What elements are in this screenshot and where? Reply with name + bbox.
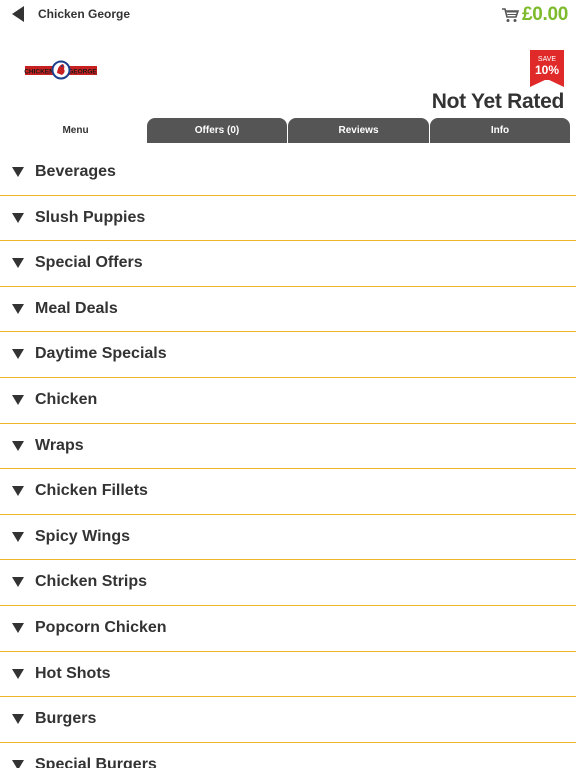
expand-arrow-icon bbox=[12, 668, 24, 679]
expand-arrow-icon bbox=[12, 577, 24, 588]
cart-total: £0.00 bbox=[521, 4, 568, 25]
menu-category-chicken[interactable]: Chicken bbox=[0, 378, 576, 424]
svg-text:CHICKEN: CHICKEN bbox=[24, 69, 54, 76]
restaurant-title: Chicken George bbox=[38, 7, 131, 21]
expand-arrow-icon bbox=[12, 167, 24, 177]
menu-category-label: Hot Shots bbox=[35, 664, 111, 682]
svg-text:GEORGE: GEORGE bbox=[68, 69, 97, 76]
menu-category-spicy-wings[interactable]: Spicy Wings bbox=[0, 515, 576, 561]
menu-category-label: Beverages bbox=[35, 163, 116, 180]
expand-arrow-icon bbox=[12, 440, 24, 451]
menu-category-special-offers[interactable]: Special Offers bbox=[0, 241, 576, 287]
back-arrow-icon bbox=[12, 6, 24, 22]
menu-category-wraps[interactable]: Wraps bbox=[0, 424, 576, 470]
expand-arrow-icon bbox=[12, 212, 24, 223]
expand-arrow-icon bbox=[12, 714, 24, 725]
menu-category-label: Spicy Wings bbox=[35, 527, 130, 545]
tab-reviews[interactable]: Reviews bbox=[288, 118, 429, 143]
expand-arrow-icon bbox=[12, 303, 24, 314]
menu-category-label: Chicken Fillets bbox=[35, 482, 148, 500]
menu-category-meal-deals[interactable]: Meal Deals bbox=[0, 287, 576, 333]
menu-category-label: Burgers bbox=[35, 710, 97, 728]
menu-category-label: Chicken Strips bbox=[35, 573, 148, 591]
expand-arrow-icon bbox=[12, 394, 24, 405]
tab-bar: Menu Offers (0) Reviews Info bbox=[0, 118, 576, 143]
cart-button[interactable]: £0.00 bbox=[501, 3, 568, 27]
expand-arrow-icon bbox=[12, 622, 24, 633]
menu-category-label: Wraps bbox=[35, 436, 84, 454]
menu-category-label: Special Offers bbox=[35, 254, 143, 272]
rating-text: Not Yet Rated bbox=[431, 90, 565, 113]
menu-category-burgers[interactable]: Burgers bbox=[0, 697, 576, 743]
save-label: SAVE bbox=[537, 56, 557, 63]
menu-category-daytime-specials[interactable]: Daytime Specials bbox=[0, 332, 576, 378]
back-button[interactable] bbox=[10, 5, 30, 25]
expand-arrow-icon bbox=[12, 531, 24, 542]
menu-category-label: Chicken bbox=[35, 390, 98, 408]
menu-category-chicken-strips[interactable]: Chicken Strips bbox=[0, 560, 576, 606]
menu-category-slush-puppies[interactable]: Slush Puppies bbox=[0, 196, 576, 242]
expand-arrow-icon bbox=[12, 759, 24, 768]
save-percent: 10% bbox=[534, 63, 560, 77]
menu-category-label: Meal Deals bbox=[35, 299, 118, 317]
tab-menu[interactable]: Menu bbox=[4, 118, 147, 143]
expand-arrow-icon bbox=[12, 486, 24, 497]
restaurant-logo: CHICKEN GEORGE bbox=[24, 56, 98, 84]
save-discount-badge: SAVE 10% bbox=[530, 50, 564, 88]
menu-category-popcorn-chicken[interactable]: Popcorn Chicken bbox=[0, 606, 576, 652]
expand-arrow-icon bbox=[12, 349, 24, 360]
menu-category-label: Special Burgers bbox=[35, 755, 157, 768]
expand-arrow-icon bbox=[12, 258, 24, 269]
cart-icon bbox=[501, 8, 519, 22]
tab-offers[interactable]: Offers (0) bbox=[147, 118, 287, 143]
menu-category-label: Daytime Specials bbox=[35, 345, 167, 363]
tab-info[interactable]: Info bbox=[430, 118, 570, 143]
menu-category-beverages[interactable]: Beverages bbox=[0, 150, 576, 196]
menu-category-label: Popcorn Chicken bbox=[35, 618, 167, 636]
menu-category-special-burgers[interactable]: Special Burgers bbox=[0, 743, 576, 768]
menu-category-label: Slush Puppies bbox=[35, 208, 146, 226]
menu-category-chicken-fillets[interactable]: Chicken Fillets bbox=[0, 469, 576, 515]
menu-category-list: Beverages Slush Puppies Special Offers M… bbox=[0, 150, 576, 768]
top-bar: Chicken George £0.00 bbox=[0, 0, 576, 30]
menu-category-hot-shots[interactable]: Hot Shots bbox=[0, 652, 576, 698]
